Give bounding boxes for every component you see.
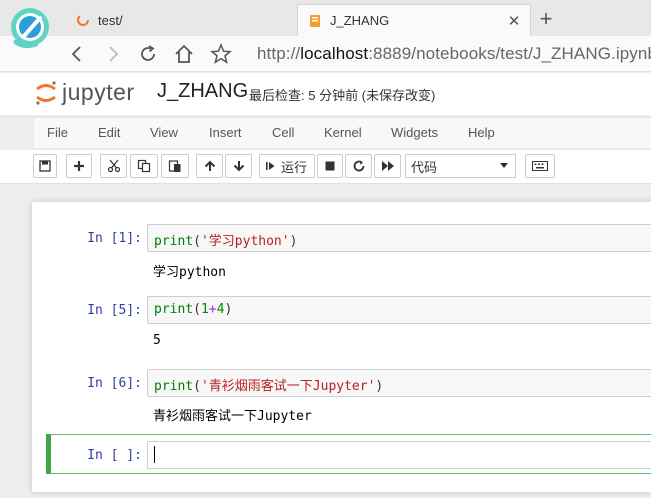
close-tab-icon[interactable]: ✕ bbox=[504, 12, 524, 30]
cell-type-value: 代码 bbox=[411, 159, 438, 175]
cell-3-keyword: print bbox=[154, 379, 194, 394]
copy-icon bbox=[137, 159, 151, 173]
menu-insert[interactable]: Insert bbox=[209, 125, 242, 140]
menu-bar: File Edit View Insert Cell Kernel Widget… bbox=[33, 117, 651, 149]
home-icon[interactable] bbox=[171, 41, 197, 67]
bookmark-star-icon[interactable] bbox=[208, 41, 234, 67]
address-bar[interactable]: http://localhost:8889/notebooks/test/J_Z… bbox=[257, 44, 651, 64]
new-tab-icon[interactable]: + bbox=[535, 6, 557, 32]
browser-logo-icon bbox=[6, 4, 56, 54]
restart-run-all-button[interactable] bbox=[374, 154, 401, 178]
back-icon[interactable] bbox=[64, 41, 90, 67]
arrow-up-icon bbox=[204, 160, 215, 171]
stop-icon bbox=[325, 161, 335, 171]
tab-j-zhang[interactable]: J_ZHANG ✕ bbox=[297, 4, 531, 36]
cell-3-input[interactable]: print('青衫烟雨客试一下Jupyter') bbox=[147, 369, 651, 397]
jupyter-logo-text: jupyter bbox=[62, 79, 135, 105]
menu-file[interactable]: File bbox=[47, 125, 68, 140]
restart-icon bbox=[353, 160, 364, 172]
notebook-toolbar: 运行 代码 bbox=[0, 150, 651, 184]
tab-test[interactable]: test/ bbox=[66, 4, 296, 36]
cut-button[interactable] bbox=[100, 154, 127, 178]
jupyter-header: jupyter J_ZHANG 最后检查: 5 分钟前 (未保存改变) bbox=[0, 73, 651, 115]
url-path: :8889/notebooks/test/J_ZHANG.ipynb bbox=[368, 44, 651, 63]
keyboard-icon bbox=[532, 161, 548, 171]
run-button[interactable]: 运行 bbox=[259, 154, 315, 178]
cell-2-output: 5 bbox=[153, 333, 161, 348]
cell-3-output: 青衫烟雨客试一下Jupyter bbox=[153, 409, 312, 424]
cell-3-string: '青衫烟雨客试一下Jupyter' bbox=[200, 379, 376, 394]
forward-icon[interactable] bbox=[100, 41, 126, 67]
cell-3-prompt: In [6]: bbox=[87, 376, 142, 391]
cell-2-prompt: In [5]: bbox=[87, 303, 142, 318]
cell-2-number-a: 1 bbox=[200, 302, 209, 317]
cell-3-open-paren: ( bbox=[193, 379, 201, 394]
cell-2-close-paren: ) bbox=[224, 302, 233, 317]
notebook-name[interactable]: J_ZHANG bbox=[157, 80, 248, 103]
command-palette-button[interactable] bbox=[525, 154, 555, 178]
run-button-label: 运行 bbox=[281, 159, 308, 175]
cell-1-open-paren: ( bbox=[193, 234, 201, 249]
cell-1-output: 学习python bbox=[153, 265, 226, 280]
cell-2-keyword: print bbox=[154, 302, 194, 317]
copy-button[interactable] bbox=[130, 154, 158, 178]
cell-2-input[interactable]: print(1+4) bbox=[147, 296, 651, 324]
cell-2-open-paren: ( bbox=[193, 302, 201, 317]
browser-tab-bar: test/ J_ZHANG ✕ + bbox=[0, 0, 651, 49]
url-host: localhost bbox=[300, 44, 369, 63]
cell-2-operator: + bbox=[208, 302, 217, 317]
paste-button[interactable] bbox=[161, 154, 189, 178]
plus-icon bbox=[74, 161, 84, 171]
interrupt-kernel-button[interactable] bbox=[317, 154, 343, 178]
cell-1-close-paren: ) bbox=[289, 234, 298, 249]
menu-kernel[interactable]: Kernel bbox=[324, 125, 362, 140]
cell-1-input[interactable]: print('学习python') bbox=[147, 224, 651, 252]
reload-icon[interactable] bbox=[135, 41, 161, 67]
cell-type-select[interactable]: 代码 bbox=[405, 154, 516, 178]
menu-view[interactable]: View bbox=[150, 125, 178, 140]
jupyter-logo-icon bbox=[36, 80, 56, 105]
notebook-icon bbox=[308, 14, 322, 28]
cell-3-close-paren: ) bbox=[375, 379, 384, 394]
menu-widgets[interactable]: Widgets bbox=[391, 125, 438, 140]
tab-j-zhang-title: J_ZHANG bbox=[330, 13, 390, 28]
insert-cell-button[interactable] bbox=[66, 154, 92, 178]
step-forward-icon bbox=[266, 162, 275, 170]
fast-forward-icon bbox=[381, 161, 394, 171]
save-icon bbox=[39, 160, 51, 172]
cell-1-string: '学习python' bbox=[200, 234, 290, 249]
arrow-down-icon bbox=[233, 161, 244, 172]
save-button[interactable] bbox=[33, 154, 57, 178]
menu-cell[interactable]: Cell bbox=[272, 125, 294, 140]
browser-nav-bar: http://localhost:8889/notebooks/test/J_Z… bbox=[0, 36, 651, 72]
menu-edit[interactable]: Edit bbox=[98, 125, 120, 140]
url-scheme: http:// bbox=[257, 44, 301, 63]
move-down-button[interactable] bbox=[225, 154, 252, 178]
jupyter-logo[interactable]: jupyter bbox=[34, 79, 135, 106]
chevron-down-icon bbox=[500, 163, 508, 168]
jupyter-spinner-icon bbox=[76, 13, 90, 27]
cell-1-keyword: print bbox=[154, 234, 194, 249]
cell-4-prompt: In [ ]: bbox=[87, 448, 142, 463]
menu-help[interactable]: Help bbox=[468, 125, 495, 140]
tab-test-title: test/ bbox=[98, 12, 123, 28]
cell-4-input[interactable] bbox=[147, 441, 651, 469]
scissors-icon bbox=[107, 159, 120, 173]
checkpoint-status: 最后检查: 5 分钟前 (未保存改变) bbox=[249, 88, 436, 103]
paste-icon bbox=[168, 160, 181, 172]
text-cursor bbox=[154, 446, 155, 463]
cell-1-prompt: In [1]: bbox=[87, 231, 142, 246]
restart-kernel-button[interactable] bbox=[345, 154, 372, 178]
move-up-button[interactable] bbox=[196, 154, 223, 178]
